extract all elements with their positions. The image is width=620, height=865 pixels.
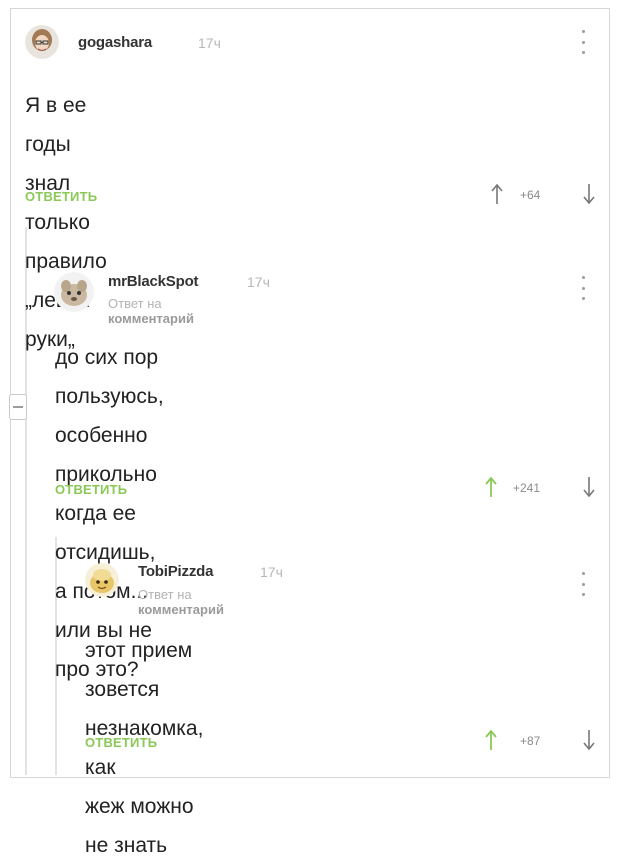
arrow-down-icon[interactable] xyxy=(582,729,596,751)
arrow-up-icon[interactable] xyxy=(490,183,504,205)
reply-to-label: Ответ на комментарий xyxy=(108,296,194,326)
comment-time: 17ч xyxy=(260,564,283,580)
more-vertical-icon[interactable] xyxy=(580,30,586,54)
reply-button[interactable]: ОТВЕТИТЬ xyxy=(85,735,157,750)
reply-to-prefix: Ответ на xyxy=(108,296,162,311)
comment-text: Я в ее годы знал только правило „левой р… xyxy=(25,86,107,359)
comment-text-line: этот прием зовется незнакомка, как xyxy=(85,639,204,779)
more-vertical-icon[interactable] xyxy=(580,276,586,300)
comment-username[interactable]: gogashara xyxy=(78,34,152,51)
collapse-thread-icon[interactable] xyxy=(9,394,27,420)
comment-text-line: до сих пор пользуюсь, особенно xyxy=(55,346,164,447)
rating-value: +241 xyxy=(513,481,541,495)
more-vertical-icon[interactable] xyxy=(580,572,586,596)
rating-value: +64 xyxy=(520,188,541,202)
vote-controls: +241 xyxy=(484,476,600,500)
avatar[interactable] xyxy=(54,272,94,312)
vote-controls: +64 xyxy=(490,183,600,207)
comment-username[interactable]: TobiPizzda xyxy=(138,563,213,580)
reply-button[interactable]: ОТВЕТИТЬ xyxy=(25,189,97,204)
reply-button[interactable]: ОТВЕТИТЬ xyxy=(55,482,127,497)
arrow-down-icon[interactable] xyxy=(582,183,596,205)
comment-time: 17ч xyxy=(247,274,270,290)
reply-to-label: Ответ на комментарий xyxy=(138,587,224,617)
reply-to-link[interactable]: комментарий xyxy=(108,311,194,326)
avatar[interactable] xyxy=(25,25,59,59)
avatar[interactable] xyxy=(85,563,119,597)
arrow-down-icon[interactable] xyxy=(582,476,596,498)
arrow-up-icon[interactable] xyxy=(484,729,498,751)
reply-to-prefix: Ответ на xyxy=(138,587,192,602)
comment-time: 17ч xyxy=(198,35,221,51)
reply-to-link[interactable]: комментарий xyxy=(138,602,224,617)
arrow-up-icon[interactable] xyxy=(484,476,498,498)
rating-value: +87 xyxy=(520,734,541,748)
vote-controls: +87 xyxy=(484,729,600,753)
comment-username[interactable]: mrBlackSpot xyxy=(108,273,199,290)
comment-text-line: жеж можно не знать xyxy=(85,795,194,857)
